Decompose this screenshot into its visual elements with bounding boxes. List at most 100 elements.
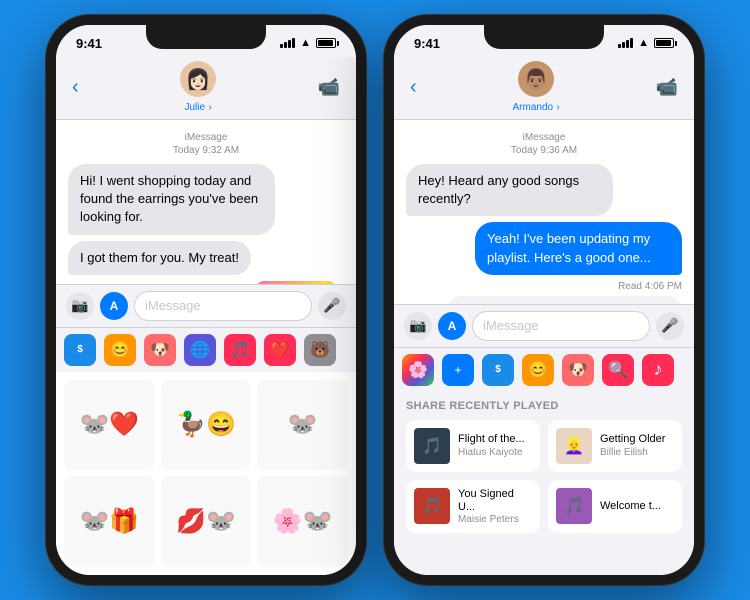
imessage-time-right: Today 9:36 AM: [406, 145, 682, 156]
tray-memoji2-right[interactable]: 🐶: [562, 354, 594, 386]
video-call-button-left[interactable]: 📹: [318, 77, 340, 98]
nav-bar-right: ‹ 👨🏽 Armando › 📹: [394, 57, 694, 120]
recently-artist-1: Hiatus Kaiyote: [458, 447, 525, 458]
message-bubble-r2: Yeah! I've been updating my playlist. He…: [406, 222, 682, 274]
notch: [146, 25, 266, 49]
app-tray-left: $ 😊 🐶 🌐 🎵 ❤️ 🐻: [56, 327, 356, 372]
input-bar-right: 📷 A iMessage 🎤: [394, 304, 694, 347]
imessage-label-right: iMessage: [406, 132, 682, 143]
recently-info-2: Getting Older Billie Eilish: [600, 433, 665, 457]
input-bar-left: 📷 A iMessage 🎤: [56, 284, 356, 327]
tray-cash-right[interactable]: $: [482, 354, 514, 386]
message-input-right[interactable]: iMessage: [472, 311, 650, 341]
message-bubble-2: I got them for you. My treat!: [68, 241, 344, 275]
left-phone: 9:41 ▲ ‹ 👩🏻: [46, 15, 366, 585]
status-icons-right: ▲: [618, 37, 674, 49]
tray-globe-right[interactable]: 🔍: [602, 354, 634, 386]
signal-icon: [280, 38, 295, 48]
bubble-text-r2: Yeah! I've been updating my playlist. He…: [475, 222, 682, 274]
bubble-text-1: Hi! I went shopping today and found the …: [68, 164, 275, 235]
signal-icon-right: [618, 38, 633, 48]
message-bubble-r1: Hey! Heard any good songs recently?: [406, 164, 682, 216]
recently-played-grid: 🎵 Flight of the... Hiatus Kaiyote 👱‍♀️ G…: [406, 420, 682, 533]
bubble-text-r1: Hey! Heard any good songs recently?: [406, 164, 613, 216]
imessage-time-left: Today 9:32 AM: [68, 145, 344, 156]
tray-bear-left[interactable]: 🐻: [304, 334, 336, 366]
video-call-button-right[interactable]: 📹: [656, 77, 678, 98]
recently-thumb-4: 🎵: [556, 488, 592, 524]
status-icons-left: ▲: [280, 37, 336, 49]
right-phone: 9:41 ▲ ‹ 👨🏽: [384, 15, 704, 585]
sticker-tray-left: 🐭❤️ 🦆😄 🐭 🐭🎁 💋🐭 🌸🐭: [56, 372, 356, 575]
contact-name-right[interactable]: Armando ›: [512, 99, 559, 113]
recently-title-4: Welcome t...: [600, 500, 661, 513]
recently-artist-3: Maisie Peters: [458, 514, 532, 525]
input-placeholder-right: iMessage: [483, 318, 539, 333]
sticker-item-4[interactable]: 🐭🎁: [64, 476, 155, 567]
tray-heart-left[interactable]: ❤️: [264, 334, 296, 366]
tray-memoji-right[interactable]: 😊: [522, 354, 554, 386]
sticker-item-6[interactable]: 🌸🐭: [257, 476, 348, 567]
music-card[interactable]: 🎵 Welcome to the Madhouse Tones And I 🎵 …: [447, 296, 682, 304]
apps-button-left[interactable]: A: [100, 292, 128, 320]
message-bubble-1: Hi! I went shopping today and found the …: [68, 164, 344, 235]
tray-apps-right[interactable]: +: [442, 354, 474, 386]
tray-music-right[interactable]: ♪: [642, 354, 674, 386]
recently-artist-2: Billie Eilish: [600, 447, 665, 458]
sticker-item-2[interactable]: 🦆😄: [161, 380, 252, 471]
tray-memoji-left[interactable]: 😊: [104, 334, 136, 366]
tray-cash-left[interactable]: $: [64, 334, 96, 366]
recently-played-label: SHARE RECENTLY PLAYED: [406, 400, 682, 412]
sticker-item-1[interactable]: 🐭❤️: [64, 380, 155, 471]
recently-info-4: Welcome t...: [600, 500, 661, 513]
imessage-label-left: iMessage: [68, 132, 344, 143]
input-placeholder-left: iMessage: [145, 298, 201, 313]
back-button-left[interactable]: ‹: [72, 76, 79, 99]
recently-item-2[interactable]: 👱‍♀️ Getting Older Billie Eilish: [548, 420, 682, 472]
recently-item-3[interactable]: 🎵 You Signed U... Maisie Peters: [406, 480, 540, 533]
recently-item-1[interactable]: 🎵 Flight of the... Hiatus Kaiyote: [406, 420, 540, 472]
app-tray-right: 🌸 + $ 😊 🐶 🔍 ♪: [394, 347, 694, 392]
nav-center-left: 👩🏻 Julie ›: [180, 61, 216, 113]
camera-button-left[interactable]: 📷: [66, 292, 94, 320]
recently-thumb-2: 👱‍♀️: [556, 428, 592, 464]
wifi-icon-right: ▲: [638, 37, 649, 49]
wifi-icon: ▲: [300, 37, 311, 49]
battery-icon: [316, 38, 336, 48]
tray-globe-left[interactable]: 🌐: [184, 334, 216, 366]
recently-info-1: Flight of the... Hiatus Kaiyote: [458, 433, 525, 457]
recently-info-3: You Signed U... Maisie Peters: [458, 488, 532, 525]
tray-photos-right[interactable]: 🌸: [402, 354, 434, 386]
messages-area-right[interactable]: iMessage Today 9:36 AM Hey! Heard any go…: [394, 120, 694, 304]
nav-center-right: 👨🏽 Armando ›: [512, 61, 559, 113]
battery-icon-right: [654, 38, 674, 48]
back-button-right[interactable]: ‹: [410, 76, 417, 99]
avatar-left: 👩🏻: [180, 61, 216, 97]
read-label-right: Read 4:06 PM: [406, 281, 682, 292]
recently-thumb-1: 🎵: [414, 428, 450, 464]
apps-button-right[interactable]: A: [438, 312, 466, 340]
nav-bar-left: ‹ 👩🏻 Julie › 📹: [56, 57, 356, 120]
notch-right: [484, 25, 604, 49]
recently-played-section: SHARE RECENTLY PLAYED 🎵 Flight of the...…: [394, 392, 694, 576]
recently-title-2: Getting Older: [600, 433, 665, 446]
tray-music-left[interactable]: 🎵: [224, 334, 256, 366]
sticker-item-3[interactable]: 🐭: [257, 380, 348, 471]
camera-button-right[interactable]: 📷: [404, 312, 432, 340]
tray-memoji2-left[interactable]: 🐶: [144, 334, 176, 366]
recently-thumb-3: 🎵: [414, 488, 450, 524]
audio-button-right[interactable]: 🎤: [656, 312, 684, 340]
audio-button-left[interactable]: 🎤: [318, 292, 346, 320]
status-time-left: 9:41: [76, 36, 102, 51]
bubble-text-2: I got them for you. My treat!: [68, 241, 251, 275]
status-time-right: 9:41: [414, 36, 440, 51]
sticker-bff: 🐭 BFF: [256, 281, 336, 284]
avatar-right: 👨🏽: [518, 61, 554, 97]
recently-title-3: You Signed U...: [458, 488, 532, 514]
messages-area-left[interactable]: iMessage Today 9:32 AM Hi! I went shoppi…: [56, 120, 356, 284]
contact-name-left[interactable]: Julie ›: [184, 99, 211, 113]
recently-title-1: Flight of the...: [458, 433, 525, 446]
recently-item-4[interactable]: 🎵 Welcome t...: [548, 480, 682, 533]
sticker-item-5[interactable]: 💋🐭: [161, 476, 252, 567]
message-input-left[interactable]: iMessage: [134, 291, 312, 321]
